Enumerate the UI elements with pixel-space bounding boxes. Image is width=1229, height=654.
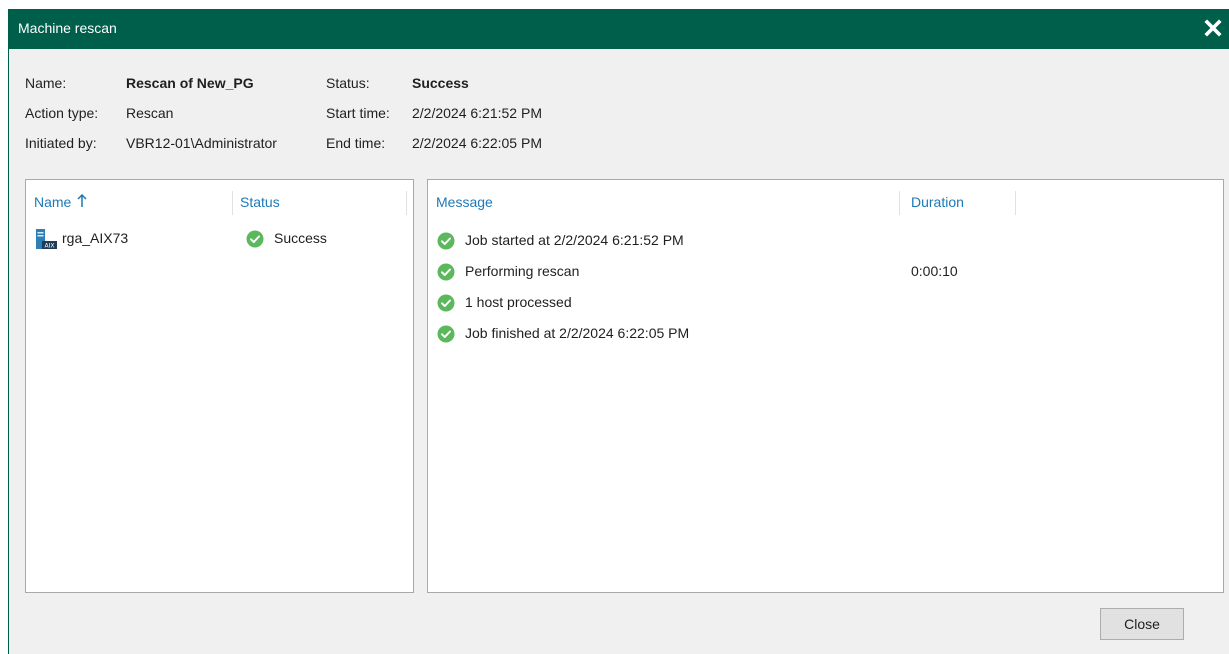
window-title: Machine rescan — [18, 20, 117, 36]
log-row[interactable]: Job started at 2/2/2024 6:21:52 PM — [428, 228, 1223, 254]
success-check-icon — [437, 232, 455, 250]
svg-text:AIX: AIX — [45, 243, 55, 250]
object-name: rga_AIX73 — [62, 230, 129, 246]
status-label: Status: — [326, 75, 370, 91]
session-log[interactable]: Message Duration Job started at 2/2/2024… — [427, 179, 1224, 593]
column-header-status[interactable]: Status — [240, 194, 280, 210]
name-label: Name: — [25, 75, 67, 91]
name-value: Rescan of New_PG — [126, 75, 254, 91]
log-row[interactable]: Performing rescan 0:00:10 — [428, 259, 1223, 285]
success-check-icon — [437, 294, 455, 312]
title-bar: Machine rescan — [9, 9, 1229, 49]
success-check-icon — [437, 325, 455, 343]
machine-rescan-dialog: Machine rescan Name: Rescan of New_PG Ac… — [8, 9, 1229, 654]
action-type-value: Rescan — [126, 105, 174, 121]
log-message: Performing rescan — [465, 263, 580, 279]
log-message: Job finished at 2/2/2024 6:22:05 PM — [465, 325, 690, 341]
log-duration: 0:00:10 — [911, 263, 958, 279]
objects-list[interactable]: Name Status AIX rga_AIX73 Success — [25, 179, 414, 593]
action-type-label: Action type: — [25, 105, 99, 121]
close-button[interactable]: Close — [1100, 608, 1184, 640]
column-header-message[interactable]: Message — [436, 194, 493, 210]
success-check-icon — [437, 263, 455, 281]
column-separator — [1015, 191, 1016, 215]
initiated-by-value: VBR12-01\Administrator — [126, 135, 277, 151]
close-icon[interactable] — [1202, 17, 1224, 39]
object-status: Success — [274, 230, 327, 246]
end-time-value: 2/2/2024 6:22:05 PM — [412, 135, 542, 151]
start-time-value: 2/2/2024 6:21:52 PM — [412, 105, 542, 121]
sort-ascending-arrow-icon — [77, 193, 87, 207]
column-header-name[interactable]: Name — [34, 193, 87, 210]
table-row[interactable]: AIX rga_AIX73 Success — [26, 226, 413, 252]
end-time-label: End time: — [326, 135, 386, 151]
column-header-duration[interactable]: Duration — [911, 194, 964, 210]
column-separator — [406, 191, 407, 215]
column-separator — [232, 191, 233, 215]
log-message: Job started at 2/2/2024 6:21:52 PM — [465, 232, 684, 248]
status-value: Success — [412, 75, 469, 91]
log-message: 1 host processed — [465, 294, 572, 310]
log-row[interactable]: 1 host processed — [428, 290, 1223, 316]
aix-server-icon: AIX — [36, 229, 57, 250]
column-separator — [899, 191, 900, 215]
log-row[interactable]: Job finished at 2/2/2024 6:22:05 PM — [428, 321, 1223, 347]
initiated-by-label: Initiated by: — [25, 135, 97, 151]
success-check-icon — [246, 230, 264, 248]
start-time-label: Start time: — [326, 105, 390, 121]
